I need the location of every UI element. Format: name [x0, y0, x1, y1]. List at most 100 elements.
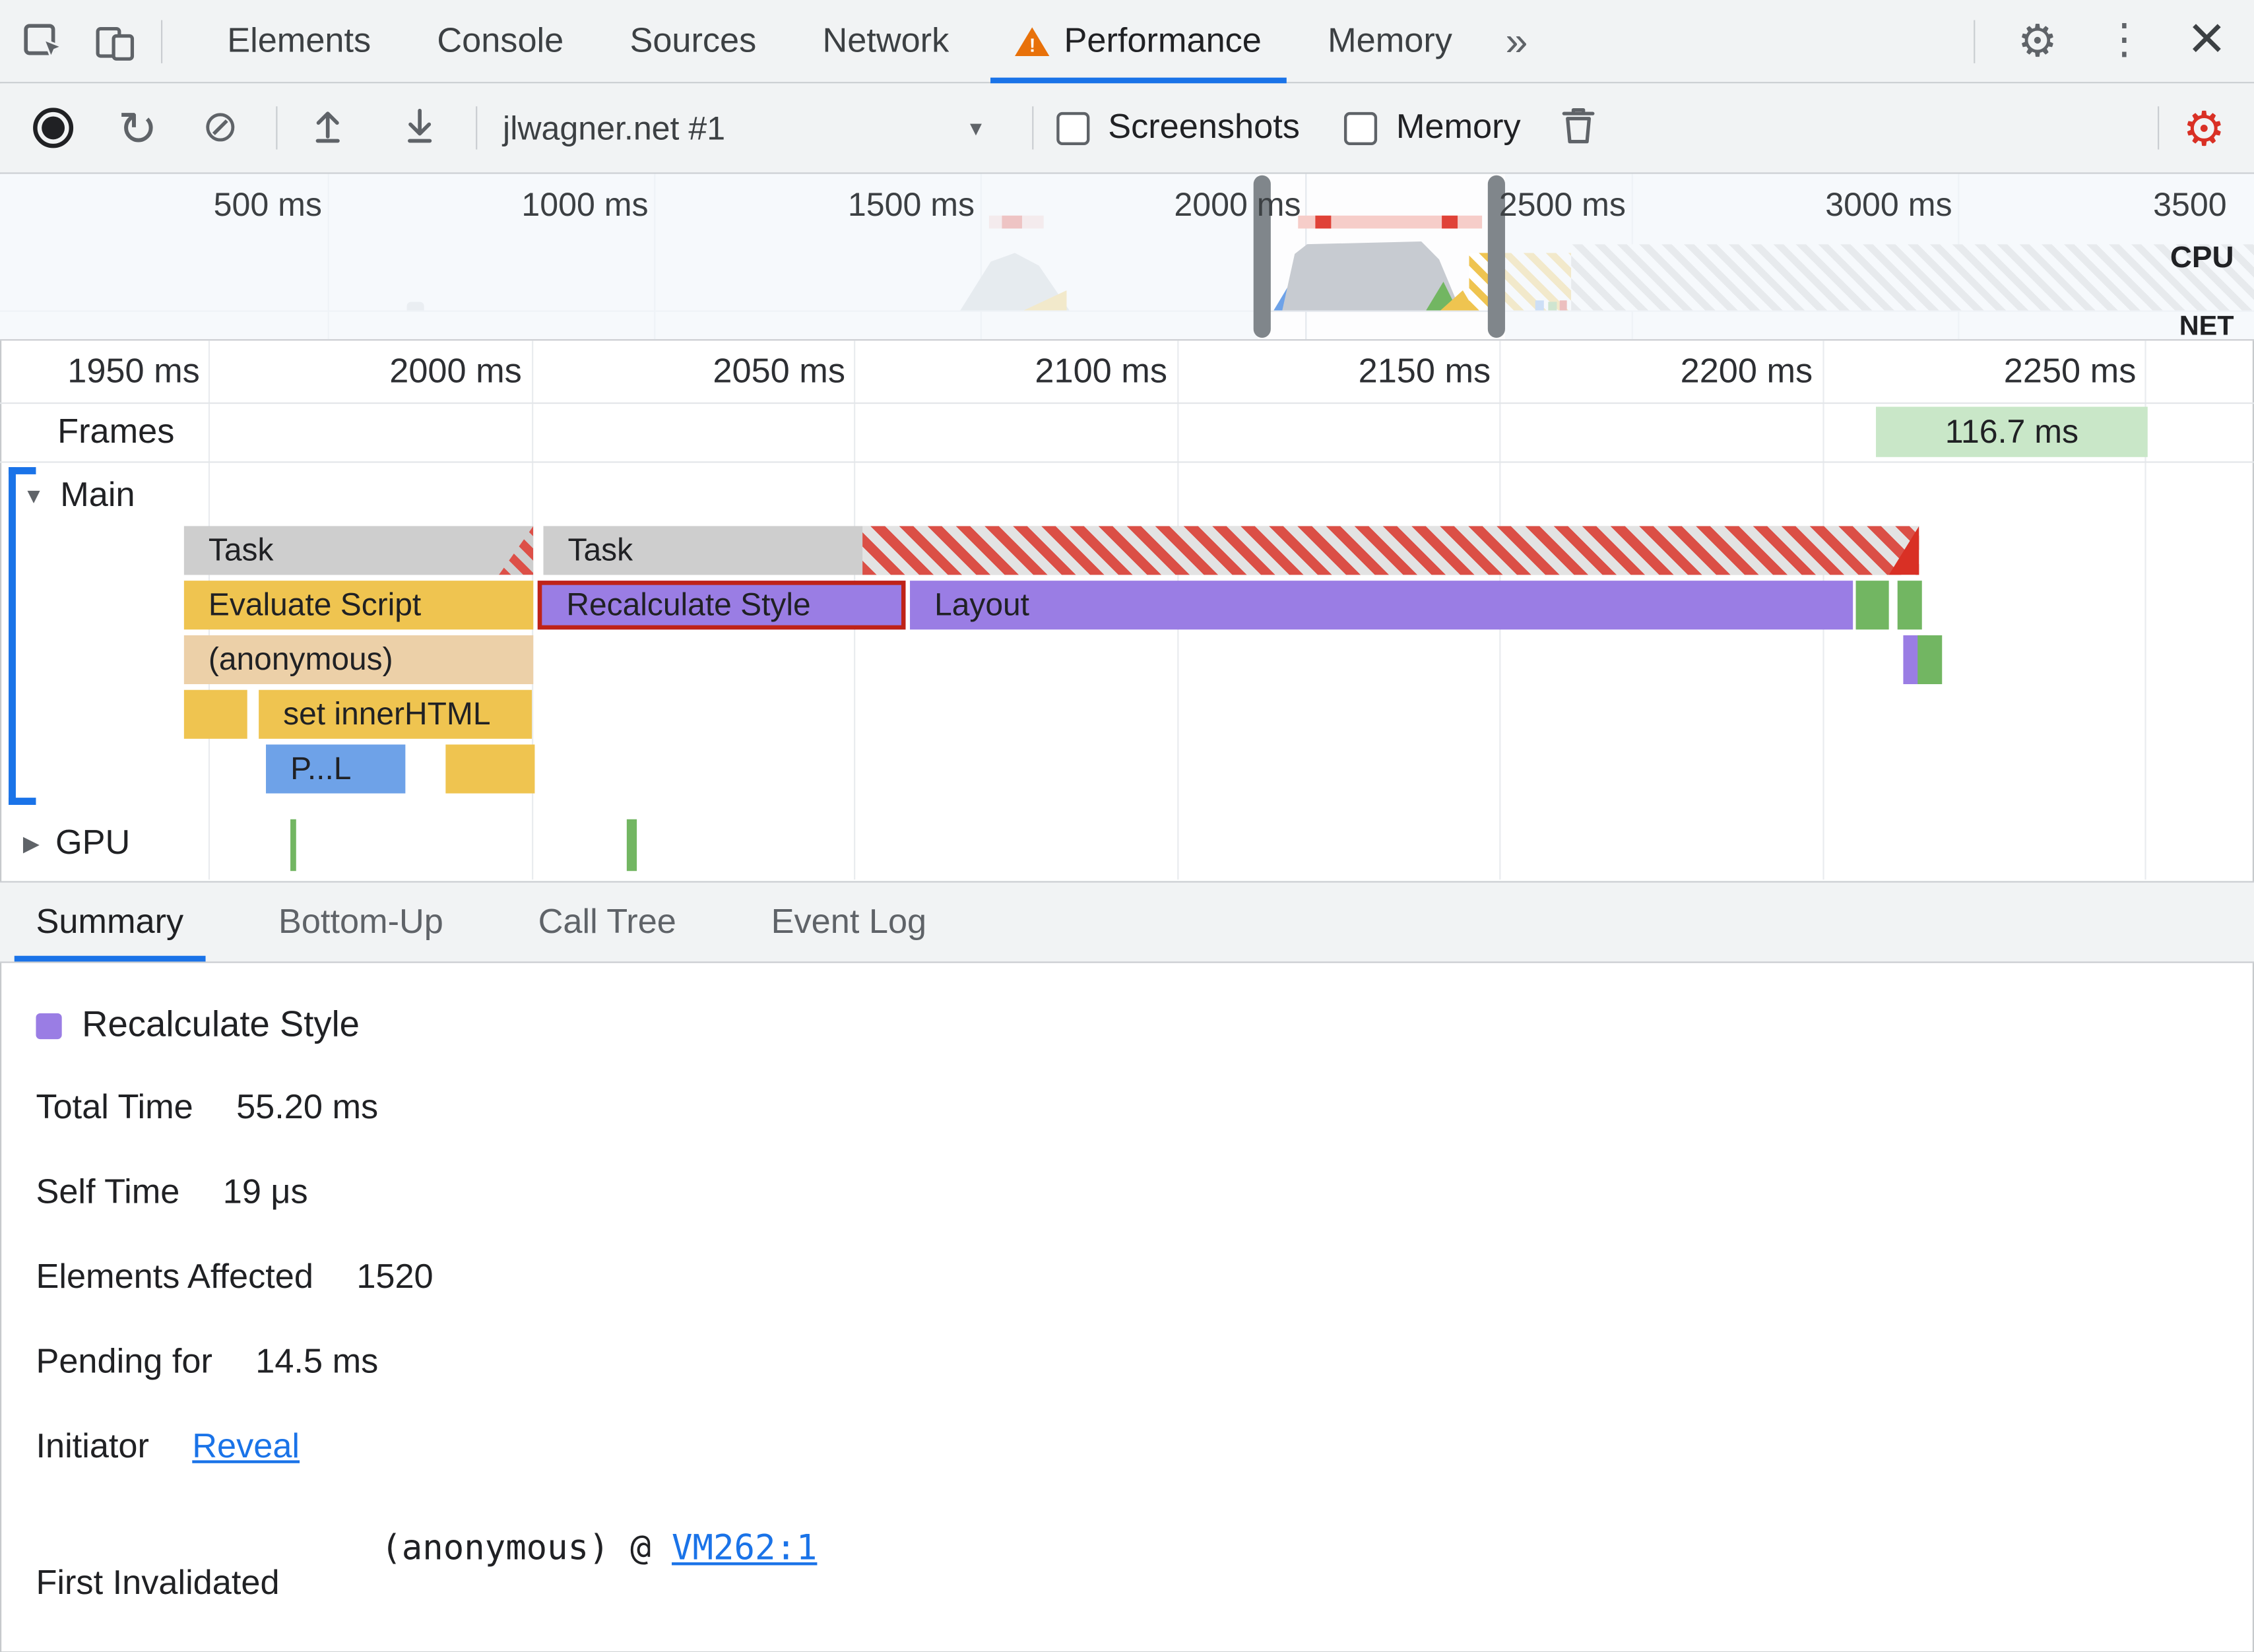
first-invalidated-label: First Invalidated: [36, 1564, 280, 1603]
divider: [1973, 19, 1975, 63]
chevron-double-right-icon: »: [1505, 18, 1528, 63]
flame-bar[interactable]: [183, 689, 247, 739]
overview-ruler-label: 2000 ms: [1174, 185, 1301, 223]
more-tabs-button[interactable]: »: [1485, 0, 1548, 82]
load-profile-icon[interactable]: [306, 103, 349, 153]
device-toolbar-icon[interactable]: [92, 18, 138, 64]
tab-sources[interactable]: Sources: [596, 0, 789, 82]
memory-checkbox[interactable]: [1344, 111, 1378, 144]
initiator-reveal-link[interactable]: Reveal: [192, 1427, 300, 1467]
summary-row: Elements Affected 1520: [36, 1257, 434, 1297]
warning-icon: !: [1015, 25, 1050, 57]
tab-event-log[interactable]: Event Log: [738, 883, 960, 962]
divider: [2158, 106, 2160, 150]
overview-ruler-label: 500 ms: [213, 185, 322, 223]
record-button[interactable]: [33, 108, 74, 148]
reload-and-record-icon[interactable]: ↻: [118, 104, 158, 152]
gpu-track-label: GPU: [55, 823, 131, 863]
summary-legend-label: Recalculate Style: [82, 1004, 360, 1045]
overflow-menu-icon[interactable]: ⋮: [2104, 19, 2145, 61]
flame-bar-p-l[interactable]: P...L: [266, 744, 406, 794]
detail-ruler-label: 1950 ms: [67, 352, 200, 391]
tab-performance[interactable]: ! Performance: [982, 0, 1295, 83]
save-profile-icon[interactable]: [398, 103, 441, 153]
expand-arrow-icon: ▼: [22, 484, 45, 509]
tab-memory[interactable]: Memory: [1295, 0, 1485, 82]
devtools-tab-strip: Elements Console Sources Network! Performanc…: [194, 0, 1485, 83]
flame-bar-layout[interactable]: Layout: [910, 581, 1853, 630]
summary-row: Pending for 14.5 ms: [36, 1342, 379, 1382]
tab-summary[interactable]: Summary: [3, 883, 216, 962]
frames-track-label: Frames: [57, 412, 175, 452]
first-invalidated-function: (anonymous) @: [381, 1527, 672, 1568]
divider: [275, 106, 278, 150]
timeline-overview[interactable]: 500 ms 1000 ms 1500 ms 2000 ms 2500 ms 3000 m…: [0, 174, 2254, 341]
gpu-track-header[interactable]: ▶ GPU: [23, 823, 130, 864]
tab-elements[interactable]: Elements: [194, 0, 404, 82]
analysis-tab-strip: Summary Bottom-Up Call Tree Event Log: [0, 881, 2254, 963]
summary-row: Total Time 55.20 ms: [36, 1088, 379, 1127]
detail-ruler-label: 2050 ms: [713, 352, 845, 391]
profile-select[interactable]: jlwagner.net #1 ▼: [503, 108, 1009, 147]
clear-recording-icon[interactable]: ⊘: [202, 106, 238, 149]
overview-ruler-label: 2500 ms: [1498, 185, 1626, 223]
profile-select-value: jlwagner.net #1: [503, 108, 726, 146]
settings-gear-icon[interactable]: ⚙: [2018, 18, 2058, 63]
track-selection-tick: [9, 467, 36, 474]
main-track-header[interactable]: ▼ Main: [23, 476, 135, 516]
tab-bottom-up[interactable]: Bottom-Up: [245, 883, 476, 962]
chevron-down-icon: ▼: [965, 116, 986, 140]
flame-bar[interactable]: [1897, 581, 1922, 630]
cpu-lane-label: CPU: [2170, 241, 2234, 275]
flame-bar[interactable]: [445, 744, 535, 794]
flame-bar-task[interactable]: Task: [183, 526, 534, 575]
net-lane-label: NET: [2179, 311, 2234, 341]
tab-network[interactable]: Network: [789, 0, 982, 82]
devtools-window: Elements Console Sources Network! Performanc…: [0, 0, 2254, 1652]
detail-ruler-label: 2100 ms: [1035, 352, 1167, 391]
close-icon[interactable]: ×: [2188, 6, 2225, 70]
first-invalidated-source-link[interactable]: VM262:1: [672, 1528, 817, 1568]
summary-row: Initiator Reveal: [36, 1426, 300, 1469]
first-invalidated-value: (anonymous) @ VM262:1: [381, 1528, 817, 1568]
trash-icon[interactable]: [1558, 103, 1598, 153]
divider: [1031, 106, 1033, 150]
gpu-activity-tick: [290, 819, 296, 872]
overview-ruler-label: 1000 ms: [521, 185, 649, 223]
flame-bar-task[interactable]: Task: [543, 526, 1919, 575]
gpu-activity-tick: [626, 819, 637, 872]
performance-toolbar: ↻ ⊘ jlwagner.net #1 ▼ Screenshots Memory…: [0, 83, 2254, 174]
devtools-toolbar: Elements Console Sources Network! Performanc…: [0, 0, 2254, 84]
flame-bar[interactable]: [1855, 581, 1889, 630]
summary-legend-swatch: [36, 1013, 62, 1040]
screenshots-checkbox-label[interactable]: Screenshots: [1108, 108, 1300, 148]
overview-ruler-label: 1500 ms: [847, 185, 975, 223]
detail-ruler-label: 2250 ms: [2003, 352, 2137, 391]
detail-ruler-label: 2200 ms: [1680, 352, 1813, 391]
flame-bar--anonymous-[interactable]: (anonymous): [183, 635, 534, 684]
screenshots-checkbox[interactable]: [1056, 111, 1089, 144]
capture-settings-gear-icon[interactable]: ⚙: [2183, 104, 2225, 152]
flame-bar-recalculate-style[interactable]: Recalculate Style: [537, 581, 906, 630]
flame-bar-evaluate-script[interactable]: Evaluate Script: [183, 581, 534, 630]
collapse-arrow-icon: ▶: [22, 832, 40, 857]
tab-console[interactable]: Console: [404, 0, 596, 82]
divider: [475, 106, 477, 150]
flame-bar-set-innerhtml[interactable]: set innerHTML: [259, 689, 532, 739]
main-track-label: Main: [60, 476, 135, 515]
memory-checkbox-label[interactable]: Memory: [1396, 108, 1521, 148]
frame-duration-badge[interactable]: 116.7 ms: [1876, 406, 2148, 457]
long-task-mark: [1442, 215, 1458, 229]
summary-row: Self Time 19 μs: [36, 1172, 308, 1212]
track-selection-tick: [9, 798, 36, 805]
inspect-element-icon[interactable]: [20, 18, 66, 64]
long-task-cap: [498, 526, 534, 575]
flame-bar[interactable]: [1917, 635, 1943, 684]
tab-call-tree[interactable]: Call Tree: [505, 883, 709, 962]
track-selection-bracket: [9, 467, 16, 805]
overview-ruler-label: 3500: [2153, 185, 2227, 223]
divider: [160, 19, 163, 63]
detail-ruler-label: 2000 ms: [389, 352, 522, 391]
long-task-stripes: [862, 526, 1919, 575]
detail-ruler-label: 2150 ms: [1358, 352, 1491, 391]
